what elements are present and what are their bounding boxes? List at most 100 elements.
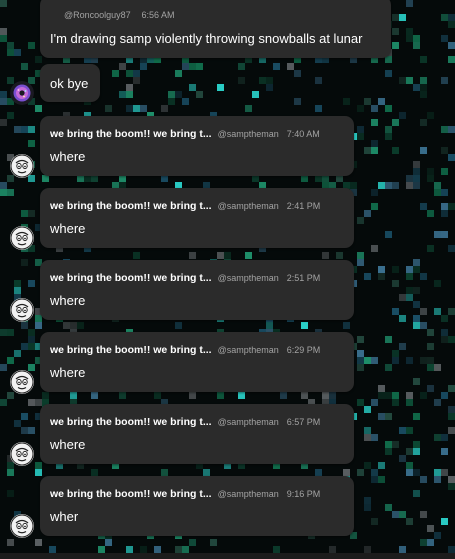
background-pixel (434, 364, 441, 371)
background-pixel (0, 0, 7, 7)
background-pixel (441, 329, 448, 336)
message-text: where (50, 149, 86, 164)
background-pixel (357, 252, 364, 259)
background-pixel (448, 56, 455, 63)
background-pixel (14, 350, 21, 357)
background-pixel (238, 63, 245, 70)
background-pixel (357, 105, 364, 112)
background-pixel (392, 147, 399, 154)
background-pixel (266, 322, 273, 329)
user-avatar-icon[interactable] (10, 442, 34, 466)
message-author-name[interactable]: we bring the boom!! we bring t... (50, 272, 212, 284)
background-pixel (385, 70, 392, 77)
background-pixel (406, 518, 413, 525)
background-pixel (448, 42, 455, 49)
background-pixel (406, 448, 413, 455)
background-pixel (371, 399, 378, 406)
user-avatar-icon[interactable] (10, 226, 34, 250)
background-pixel (217, 252, 224, 259)
background-pixel (427, 525, 434, 532)
message-author-name[interactable]: we bring the boom!! we bring t... (50, 200, 212, 212)
background-pixel (91, 175, 98, 182)
background-pixel (399, 511, 406, 518)
background-pixel (119, 392, 126, 399)
user-avatar-icon[interactable] (10, 154, 34, 178)
message-handle[interactable]: @samptheman (218, 201, 279, 211)
message-author-name[interactable]: we bring the boom!! we bring t... (50, 344, 212, 356)
background-pixel (357, 364, 364, 371)
message-bubble: we bring the boom!! we bring t... @sampth… (40, 404, 354, 464)
background-pixel (7, 490, 14, 497)
background-pixel (427, 343, 434, 350)
user-avatar-icon[interactable] (10, 514, 34, 538)
background-pixel (434, 476, 441, 483)
message-author-name[interactable]: we bring the boom!! we bring t... (50, 416, 212, 428)
background-pixel (371, 147, 378, 154)
background-pixel (7, 539, 14, 546)
background-pixel (357, 469, 364, 476)
background-pixel (385, 133, 392, 140)
background-pixel (357, 350, 364, 357)
message-author-name[interactable]: we bring the boom!! we bring t... (50, 488, 212, 500)
background-pixel (406, 0, 413, 7)
background-pixel (252, 91, 259, 98)
background-pixel (28, 210, 35, 217)
background-pixel (371, 203, 378, 210)
message-handle[interactable]: @samptheman (218, 489, 279, 499)
background-pixel (406, 462, 413, 469)
message-handle[interactable]: @samptheman (218, 129, 279, 139)
background-pixel (413, 287, 420, 294)
background-pixel (441, 469, 448, 476)
message-handle[interactable]: @samptheman (218, 345, 279, 355)
background-pixel (448, 406, 455, 413)
background-pixel (301, 175, 308, 182)
background-pixel (14, 287, 21, 294)
background-pixel (413, 175, 420, 182)
background-pixel (406, 182, 413, 189)
background-pixel (343, 469, 350, 476)
background-pixel (21, 259, 28, 266)
background-pixel (7, 329, 14, 336)
background-pixel (28, 280, 35, 287)
background-pixel (406, 28, 413, 35)
background-pixel (182, 63, 189, 70)
user-avatar-icon[interactable] (10, 298, 34, 322)
background-pixel (21, 126, 28, 133)
background-pixel (413, 168, 420, 175)
background-pixel (189, 252, 196, 259)
background-pixel (35, 469, 42, 476)
background-pixel (434, 434, 441, 441)
message-text: where (50, 365, 86, 380)
message-handle[interactable]: @Roncoolguy87 (64, 10, 131, 20)
background-pixel (371, 434, 378, 441)
background-pixel (70, 392, 77, 399)
background-pixel (385, 448, 392, 455)
message-author-name[interactable]: we bring the boom!! we bring t... (50, 128, 212, 140)
background-pixel (28, 399, 35, 406)
background-pixel (427, 385, 434, 392)
background-pixel (35, 399, 42, 406)
background-pixel (14, 126, 21, 133)
background-pixel (413, 441, 420, 448)
background-pixel (448, 14, 455, 21)
message-handle[interactable]: @samptheman (218, 273, 279, 283)
background-pixel (7, 189, 14, 196)
background-pixel (392, 392, 399, 399)
user-avatar-icon[interactable] (10, 81, 34, 105)
background-pixel (448, 483, 455, 490)
background-pixel (420, 476, 427, 483)
background-pixel (378, 413, 385, 420)
background-pixel (364, 273, 371, 280)
background-pixel (7, 42, 14, 49)
background-pixel (189, 539, 196, 546)
background-pixel (105, 105, 112, 112)
background-pixel (392, 441, 399, 448)
background-pixel (448, 427, 455, 434)
background-pixel (245, 105, 252, 112)
user-avatar-icon[interactable] (10, 370, 34, 394)
background-pixel (28, 329, 35, 336)
background-pixel (140, 105, 147, 112)
message-handle[interactable]: @samptheman (218, 417, 279, 427)
background-pixel (133, 77, 140, 84)
background-pixel (35, 462, 42, 469)
